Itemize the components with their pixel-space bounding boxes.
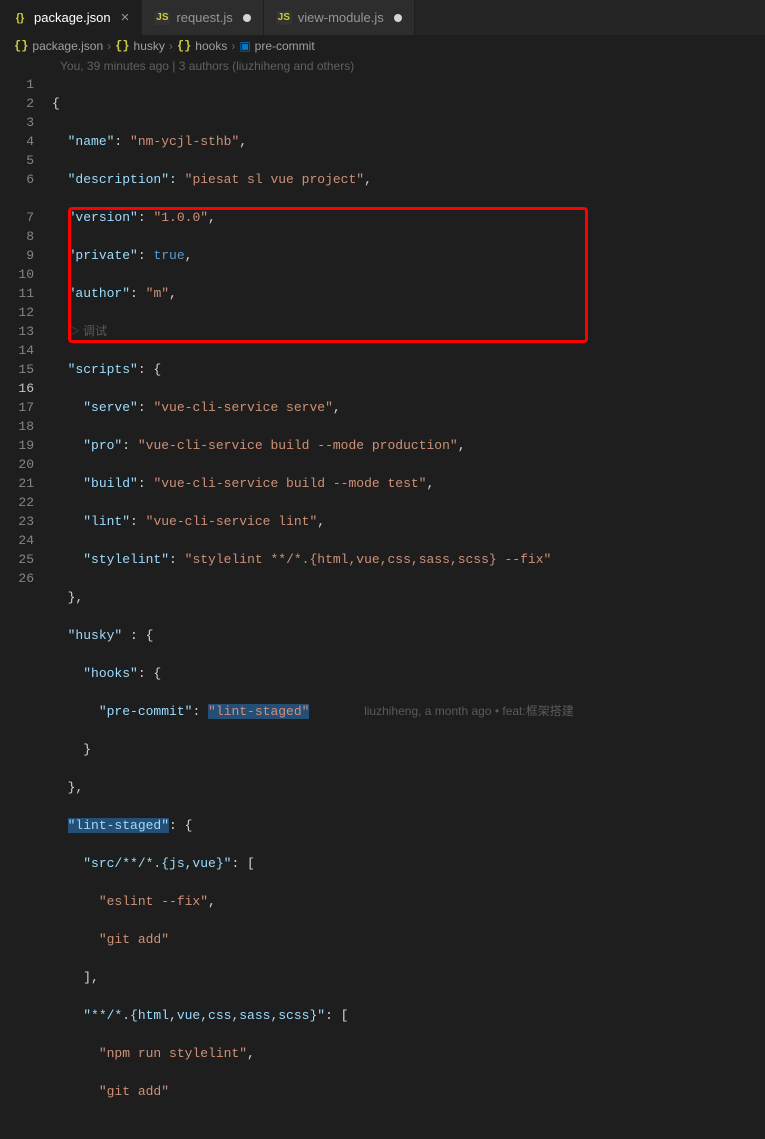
brace-icon: {} [177, 39, 191, 53]
brace-icon: {} [115, 39, 129, 53]
tab-package-json[interactable]: {} package.json × [0, 0, 142, 35]
git-blame-summary[interactable]: You, 39 minutes ago | 3 authors (liuzhih… [0, 57, 765, 75]
breadcrumb-item[interactable]: pre-commit [255, 39, 315, 53]
json-icon: {} [12, 10, 28, 26]
code-editor[interactable]: 1 2 3 4 5 6 7 8 9 10 11 12 13 14 15 16 1… [0, 75, 765, 1139]
js-icon: JS [154, 11, 170, 25]
breadcrumb-item[interactable]: husky [134, 39, 165, 53]
tab-bar: {} package.json × JS request.js JS view-… [0, 0, 765, 35]
line-number-gutter: 1 2 3 4 5 6 7 8 9 10 11 12 13 14 15 16 1… [0, 75, 52, 1139]
tab-label: package.json [34, 10, 111, 25]
breadcrumb-item[interactable]: package.json [32, 39, 103, 53]
breadcrumb-item[interactable]: hooks [195, 39, 227, 53]
js-icon: JS [276, 11, 292, 25]
debug-codelens[interactable]: ▷ 调试 [68, 324, 107, 338]
inline-git-blame[interactable]: liuzhiheng, a month ago • feat:框架搭建 [364, 704, 574, 718]
breadcrumb[interactable]: {} package.json › {} husky › {} hooks › … [0, 35, 765, 57]
symbol-icon: ▣ [239, 39, 250, 53]
code-content[interactable]: { "name": "nm-ycjl-sthb", "description":… [52, 75, 765, 1139]
dirty-indicator-icon [394, 14, 402, 22]
chevron-right-icon: › [169, 39, 173, 53]
close-icon[interactable]: × [121, 9, 130, 26]
tab-request-js[interactable]: JS request.js [142, 0, 263, 35]
chevron-right-icon: › [107, 39, 111, 53]
json-icon: {} [14, 39, 28, 53]
chevron-right-icon: › [231, 39, 235, 53]
dirty-indicator-icon [243, 14, 251, 22]
tab-label: request.js [176, 10, 232, 25]
tab-view-module-js[interactable]: JS view-module.js [264, 0, 415, 35]
tab-label: view-module.js [298, 10, 384, 25]
